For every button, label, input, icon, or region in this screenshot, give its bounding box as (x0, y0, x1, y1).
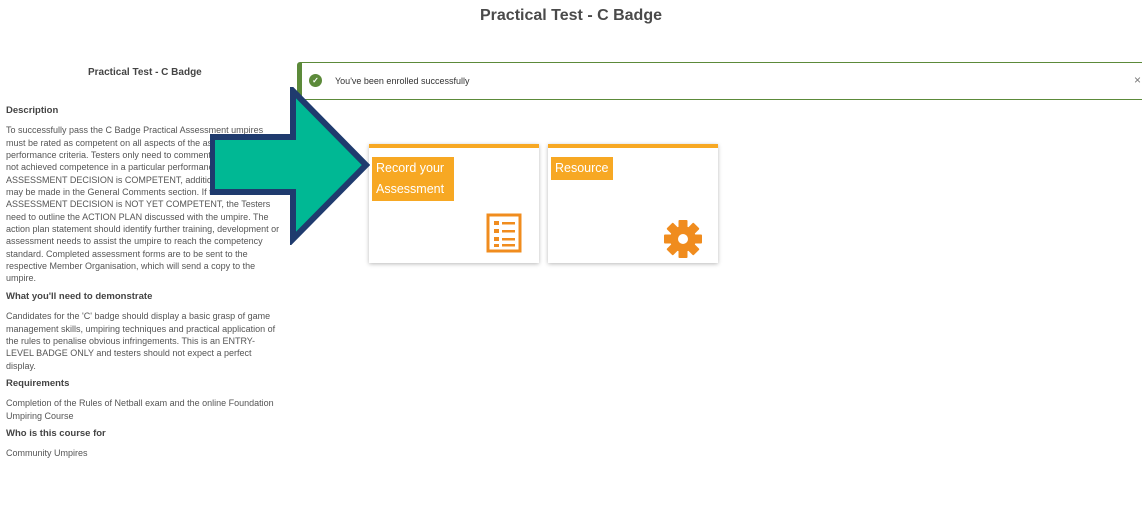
page-title: Practical Test - C Badge (480, 7, 662, 24)
check-circle-icon: ✓ (309, 74, 322, 87)
arrow-pointer-icon (210, 87, 370, 245)
checklist-icon (486, 213, 522, 258)
section-body-audience: Community Umpires (6, 448, 88, 459)
tile-label-resource: Resource (551, 157, 613, 180)
success-alert: ✓ You've been enrolled successfully × (297, 62, 1142, 100)
section-heading-demonstrate: What you'll need to demonstrate (6, 290, 153, 302)
section-heading-audience: Who is this course for (6, 427, 106, 439)
alert-message: You've been enrolled successfully (335, 76, 470, 86)
tile-label-record-assessment: Record your Assessment (372, 157, 454, 201)
gear-icon (662, 218, 704, 265)
section-body-requirements: Completion of the Rules of Netball exam … (6, 398, 274, 421)
section-body-demonstrate: Candidates for the 'C' badge should disp… (6, 311, 276, 371)
resource-tile[interactable]: Resource (548, 144, 718, 263)
sidebar-course-title: Practical Test - C Badge (88, 67, 202, 78)
close-icon[interactable]: × (1134, 73, 1141, 87)
section-heading-requirements: Requirements (6, 377, 70, 389)
record-assessment-tile[interactable]: Record your Assessment (369, 144, 539, 263)
